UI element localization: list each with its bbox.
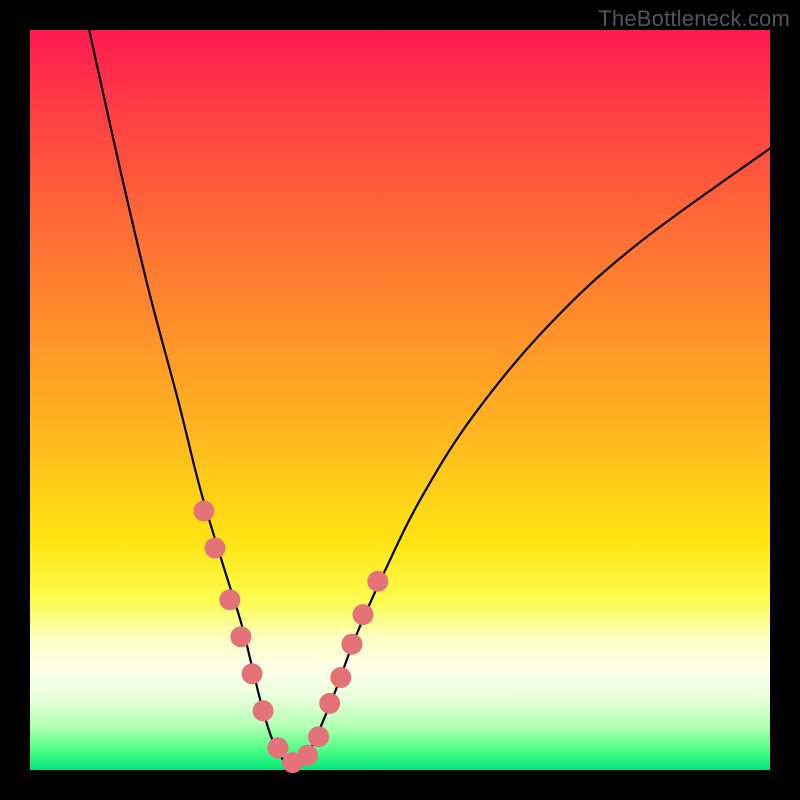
bottleneck-curve — [89, 30, 770, 769]
watermark-text: TheBottleneck.com — [598, 6, 790, 32]
highlighted-point — [297, 745, 318, 766]
highlighted-point — [319, 693, 340, 714]
highlighted-point — [253, 700, 274, 721]
highlighted-point — [353, 604, 374, 625]
highlighted-point — [205, 538, 226, 559]
highlighted-point — [242, 663, 263, 684]
highlighted-point — [193, 501, 214, 522]
chart-plot-area — [30, 30, 770, 770]
highlighted-point — [219, 589, 240, 610]
highlighted-point — [341, 634, 362, 655]
highlighted-point — [367, 571, 388, 592]
highlighted-point — [267, 737, 288, 758]
highlighted-point — [308, 726, 329, 747]
highlighted-points-group — [193, 501, 388, 774]
highlighted-point — [230, 626, 251, 647]
chart-svg — [30, 30, 770, 770]
highlighted-point — [330, 667, 351, 688]
